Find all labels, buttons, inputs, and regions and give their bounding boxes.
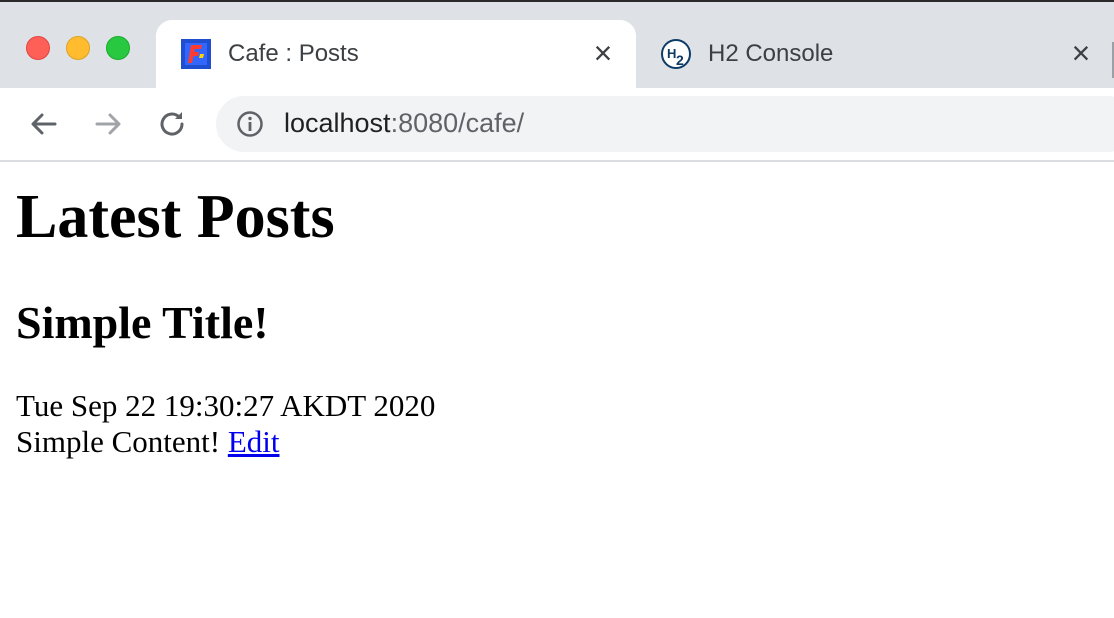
close-tab-icon[interactable]: × <box>1066 37 1096 69</box>
tab-title: Cafe : Posts <box>228 40 359 67</box>
url-path: :8080/cafe/ <box>390 108 525 138</box>
cafe-favicon-icon <box>181 39 211 69</box>
close-tab-icon[interactable]: × <box>588 37 618 69</box>
url-host: localhost <box>284 108 391 138</box>
minimize-window-button[interactable] <box>66 36 90 60</box>
tab-title: H2 Console <box>708 40 834 67</box>
address-bar[interactable]: localhost:8080/cafe/ <box>216 96 1114 152</box>
page-title: Latest Posts <box>16 183 335 251</box>
reload-button[interactable] <box>152 104 192 144</box>
post-body: Simple Content! <box>16 424 221 459</box>
tab-h2-console[interactable]: H 2 H2 Console × <box>636 20 1114 90</box>
forward-button[interactable] <box>88 104 128 144</box>
svg-text:H: H <box>667 46 676 61</box>
info-icon[interactable] <box>236 110 264 138</box>
arrow-left-icon <box>31 113 57 135</box>
fullscreen-window-button[interactable] <box>106 36 130 60</box>
tab-cafe-posts[interactable]: Cafe : Posts × <box>156 20 636 90</box>
arrow-right-icon <box>95 113 121 135</box>
h2-favicon-icon: H 2 <box>661 39 691 69</box>
navigation-toolbar: localhost:8080/cafe/ <box>0 88 1114 162</box>
browser-tab-strip: Cafe : Posts × H 2 H2 Console × <box>0 0 1114 90</box>
url-text[interactable]: localhost:8080/cafe/ <box>284 108 524 139</box>
back-button[interactable] <box>24 104 64 144</box>
edit-link[interactable]: Edit <box>228 424 280 459</box>
post-date: Tue Sep 22 19:30:27 AKDT 2020 <box>16 388 436 423</box>
close-window-button[interactable] <box>26 36 50 60</box>
svg-text:2: 2 <box>676 52 684 68</box>
reload-icon <box>160 112 184 136</box>
post-title: Simple Title! <box>16 297 269 348</box>
post-content: Simple Content! Edit <box>16 424 280 460</box>
